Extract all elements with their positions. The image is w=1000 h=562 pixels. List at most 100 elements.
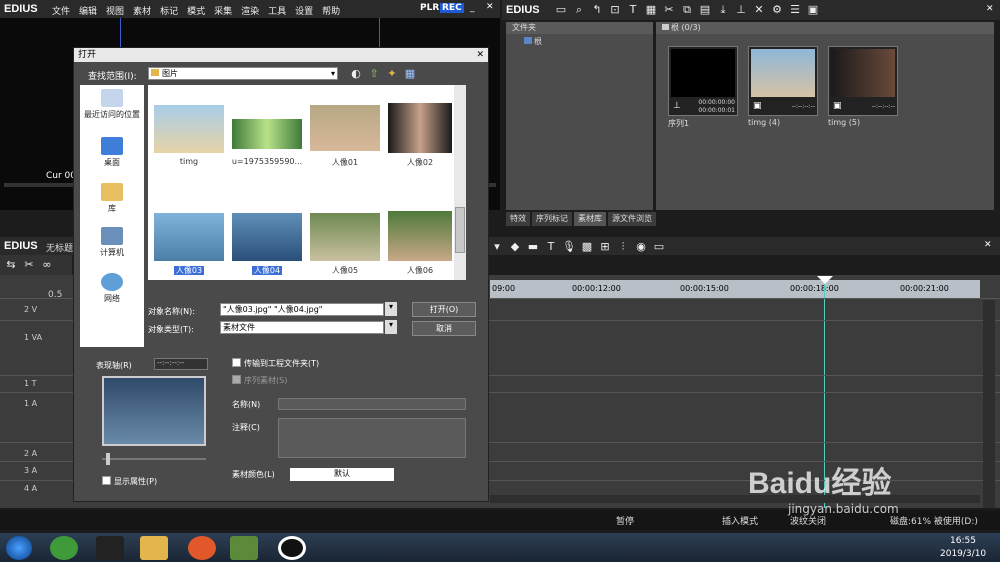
chevron-down-icon[interactable]: ▾ xyxy=(331,68,335,79)
title-icon[interactable]: T xyxy=(626,3,640,17)
file-thumb-portrait01[interactable] xyxy=(310,105,380,151)
taskbar-app-edius[interactable] xyxy=(230,536,258,560)
mic-icon[interactable]: 🎙 xyxy=(562,240,576,254)
properties-icon[interactable]: ⚙ xyxy=(770,3,784,17)
taskbar-app-360[interactable] xyxy=(50,536,78,560)
menu-capture[interactable]: 采集 xyxy=(214,4,232,17)
taskbar-app-explorer[interactable] xyxy=(140,536,168,560)
file-thumb-portrait04[interactable] xyxy=(232,213,302,261)
overwrite-icon[interactable]: ⊥ xyxy=(734,3,748,17)
file-list-scrollbar[interactable] xyxy=(454,85,466,280)
plr-label[interactable]: PLR xyxy=(420,3,439,13)
horizontal-scrollbar[interactable] xyxy=(490,495,980,503)
title-icon[interactable]: T xyxy=(544,240,558,254)
view-mode-icon[interactable]: ☰ xyxy=(788,3,802,17)
menu-edit[interactable]: 编辑 xyxy=(79,4,97,17)
clip-timg5[interactable]: ▣ --:--:--:-- xyxy=(828,46,898,116)
tab-source-browser[interactable]: 源文件浏览 xyxy=(608,212,656,226)
track-4a[interactable]: 4 A xyxy=(24,484,37,493)
color-bar-icon[interactable]: ▦ xyxy=(644,3,658,17)
rec-label[interactable]: REC xyxy=(440,3,464,13)
file-thumb-portrait05[interactable] xyxy=(310,213,380,261)
timeline-scrollbar[interactable] xyxy=(983,300,995,508)
comment-field[interactable] xyxy=(278,418,466,458)
bin-close-icon[interactable]: ✕ xyxy=(986,4,994,14)
grid-icon[interactable]: ⊞ xyxy=(598,240,612,254)
place-network[interactable]: 网络 xyxy=(80,273,144,304)
ripple-icon[interactable]: ✂ xyxy=(22,258,36,272)
add-clip-icon[interactable]: ⊡ xyxy=(608,3,622,17)
folder-icon[interactable]: ▭ xyxy=(554,3,568,17)
split-icon[interactable]: ▬ xyxy=(526,240,540,254)
tab-effects[interactable]: 特效 xyxy=(506,212,530,226)
tab-bin[interactable]: 素材库 xyxy=(574,212,606,226)
color-button[interactable]: 默认 xyxy=(290,468,394,481)
filetype-select[interactable]: 素材文件 xyxy=(220,321,384,334)
back-icon[interactable]: ◐ xyxy=(349,67,363,81)
close-icon[interactable]: ✕ xyxy=(486,2,494,12)
tab-sequence-markers[interactable]: 序列标记 xyxy=(532,212,572,226)
lookin-dropdown[interactable]: 图片 ▾ xyxy=(148,67,338,80)
layout-icon[interactable]: ▭ xyxy=(652,240,666,254)
copy-icon[interactable]: ⧉ xyxy=(680,3,694,17)
mixer-icon[interactable]: ⫶ xyxy=(616,240,630,254)
menu-help[interactable]: 帮助 xyxy=(322,4,340,17)
file-thumb-portrait06[interactable] xyxy=(388,211,452,261)
slider-handle[interactable] xyxy=(106,453,110,465)
tray-time[interactable]: 16:55 xyxy=(950,536,976,546)
taskbar-app-firefox[interactable] xyxy=(188,536,216,560)
marker-icon[interactable]: ◆ xyxy=(508,240,522,254)
preview-slider[interactable] xyxy=(102,453,206,465)
filename-input[interactable]: "人像03.jpg" "人像04.jpg" xyxy=(220,303,384,316)
menu-view[interactable]: 视图 xyxy=(106,4,124,17)
sync-lock-icon[interactable]: ⇆ xyxy=(4,258,18,272)
file-thumb-timg[interactable] xyxy=(154,105,224,153)
clip-sequence[interactable]: ⊥ 00:00:00:00 00:00:00:01 xyxy=(668,46,738,116)
transfer-checkbox[interactable] xyxy=(232,358,241,367)
scrollbar-thumb[interactable] xyxy=(455,207,465,253)
track-2a[interactable]: 2 A xyxy=(24,449,37,458)
new-folder-icon[interactable]: ✦ xyxy=(385,67,399,81)
ruler[interactable]: 09:00 00:00:12:00 00:00:15:00 00:00:18:0… xyxy=(490,280,980,298)
place-computer[interactable]: 计算机 xyxy=(80,227,144,258)
clip-timg4[interactable]: ▣ --:--:--:-- xyxy=(748,46,818,116)
place-libraries[interactable]: 库 xyxy=(80,183,144,214)
show-props-checkbox[interactable] xyxy=(102,476,111,485)
view-menu-icon[interactable]: ▦ xyxy=(403,67,417,81)
track-1t[interactable]: 1 T xyxy=(24,379,37,388)
tray-date[interactable]: 2019/3/10 xyxy=(940,549,986,559)
file-thumb-portrait02[interactable] xyxy=(388,103,452,153)
playhead-marker[interactable] xyxy=(817,276,833,284)
up-folder-icon[interactable]: ⇧ xyxy=(367,67,381,81)
file-thumb-portrait03[interactable] xyxy=(154,213,224,261)
chevron-down-icon[interactable]: ▾ xyxy=(385,320,397,334)
render-icon[interactable]: ▩ xyxy=(580,240,594,254)
menu-file[interactable]: 文件 xyxy=(52,4,70,17)
dialog-close-icon[interactable]: ✕ xyxy=(476,48,484,62)
add-to-timeline-icon[interactable]: ⤓ xyxy=(716,3,730,17)
folder-root[interactable]: 根 xyxy=(524,36,542,47)
menu-mode[interactable]: 模式 xyxy=(187,4,205,17)
minimize-icon[interactable]: _ xyxy=(470,3,475,13)
up-folder-icon[interactable]: ↰ xyxy=(590,3,604,17)
menu-render[interactable]: 渲染 xyxy=(241,4,259,17)
search-icon[interactable]: ⌕ xyxy=(572,3,586,17)
place-recent[interactable]: 最近访问的位置 xyxy=(80,89,144,120)
link-icon[interactable]: ∞ xyxy=(40,258,54,272)
place-desktop[interactable]: 桌面 xyxy=(80,137,144,168)
paste-icon[interactable]: ▤ xyxy=(698,3,712,17)
chevron-down-icon[interactable]: ▾ xyxy=(385,302,397,316)
menu-tools[interactable]: 工具 xyxy=(268,4,286,17)
timeline-close-icon[interactable]: ✕ xyxy=(984,240,992,250)
sequence-checkbox[interactable] xyxy=(232,375,241,384)
record-icon[interactable]: ◉ xyxy=(634,240,648,254)
cancel-button[interactable]: 取消 xyxy=(412,321,476,336)
delete-icon[interactable]: ✕ xyxy=(752,3,766,17)
track-2v[interactable]: 2 V xyxy=(24,305,37,314)
track-3a[interactable]: 3 A xyxy=(24,466,37,475)
menu-marker[interactable]: 标记 xyxy=(160,4,178,17)
trim-icon[interactable]: ▾ xyxy=(490,240,504,254)
track-1a[interactable]: 1 A xyxy=(24,399,37,408)
name-field[interactable] xyxy=(278,398,466,410)
menu-clip[interactable]: 素材 xyxy=(133,4,151,17)
